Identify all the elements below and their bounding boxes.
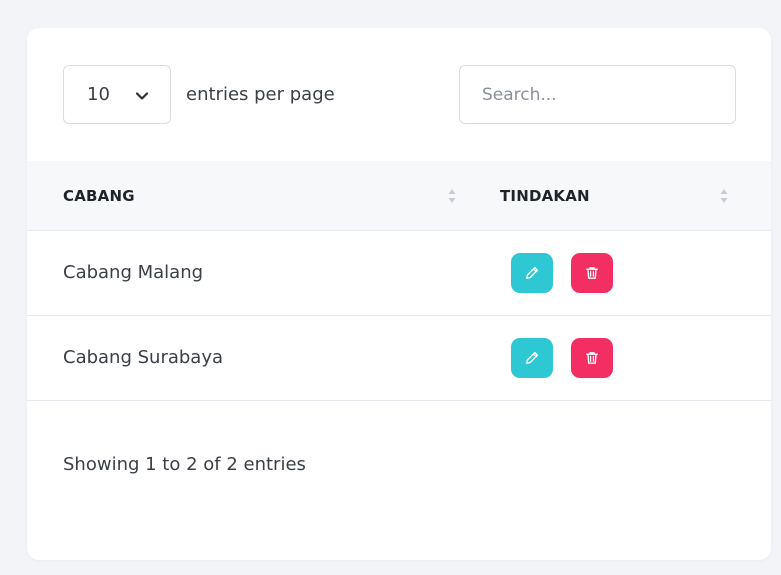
delete-button[interactable] [571,338,613,378]
column-header-cabang[interactable]: CABANG [63,161,463,231]
column-header-tindakan[interactable]: TINDAKAN [500,161,740,231]
edit-button[interactable] [511,338,553,378]
table-toolbar: 10 entries per page [27,28,771,160]
table-row: Cabang Malang [27,231,771,316]
trash-icon [586,352,598,364]
trash-icon [586,267,598,279]
table-row: Cabang Surabaya [27,316,771,401]
sort-icon[interactable] [719,185,729,207]
column-header-tindakan-label: TINDAKAN [500,187,590,205]
sort-icon[interactable] [447,185,457,207]
search-input[interactable] [459,65,736,124]
entries-per-page-label: entries per page [186,84,335,105]
datatable-card: 10 entries per page CABANG TINDAKAN Caba… [27,28,771,560]
cabang-cell: Cabang Surabaya [63,347,224,368]
entries-per-page-value: 10 [87,84,110,105]
cabang-cell: Cabang Malang [63,262,204,283]
pencil-icon [526,266,539,279]
pencil-icon [526,351,539,364]
column-header-cabang-label: CABANG [63,187,135,205]
entries-per-page-select[interactable]: 10 [63,65,171,124]
table-header: CABANG TINDAKAN [27,161,771,231]
chevron-down-icon [135,92,149,100]
delete-button[interactable] [571,253,613,293]
edit-button[interactable] [511,253,553,293]
table-info: Showing 1 to 2 of 2 entries [63,454,306,475]
